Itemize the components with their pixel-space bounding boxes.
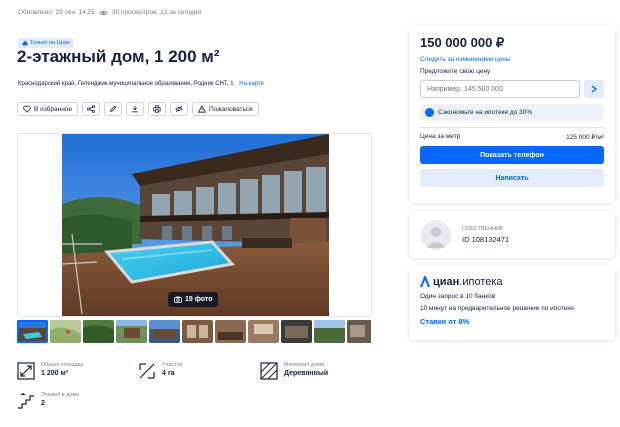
area-icon xyxy=(17,362,35,380)
cian-ipoteka-logo: циан.ипотека xyxy=(420,276,604,288)
warning-icon xyxy=(198,105,207,113)
share-button[interactable] xyxy=(82,102,101,116)
thumbnail[interactable] xyxy=(149,320,180,343)
eye-icon xyxy=(99,10,108,15)
complain-button[interactable]: Пожаловаться xyxy=(192,102,259,116)
offer-row xyxy=(420,80,604,98)
offer-price-input[interactable] xyxy=(420,80,580,98)
thumbnail[interactable] xyxy=(215,320,246,343)
percent-icon xyxy=(425,108,434,117)
fact-label: Материал дома xyxy=(284,362,325,368)
offer-submit-button[interactable] xyxy=(584,80,604,98)
complain-label: Пожаловаться xyxy=(209,105,253,113)
fact-label: Участок xyxy=(162,362,183,368)
fact-material: Материал дома Деревянный xyxy=(260,362,380,380)
page-title: 2-этажный дом, 1 200 м² xyxy=(17,47,220,66)
price: 150 000 000 ₽ xyxy=(420,35,505,50)
house-pool-photo xyxy=(62,134,329,316)
favorite-label: В избранное xyxy=(34,105,73,113)
plot-icon xyxy=(139,363,155,379)
owner-role: СОБСТВЕННИК xyxy=(462,225,504,232)
fact-floors: Этажей в доме 2 xyxy=(17,392,137,410)
thumbnail[interactable] xyxy=(17,320,48,343)
owner-card[interactable]: СОБСТВЕННИК ID 108132471 xyxy=(409,211,615,258)
cian-logo-icon xyxy=(420,276,430,288)
price-per-meter-label: Цена за метр xyxy=(420,133,461,140)
fact-value: 2 xyxy=(41,400,45,407)
thumbnail[interactable] xyxy=(116,320,147,343)
map-link[interactable]: На карте xyxy=(239,81,264,87)
fact-value: 1 200 м² xyxy=(41,370,68,377)
main-photo[interactable] xyxy=(62,134,329,316)
eye-off-icon xyxy=(175,105,183,113)
mortgage-rate-link[interactable]: Ставки от 8% xyxy=(420,317,604,326)
fact-label: Общая площадь xyxy=(41,362,84,368)
thumbnail[interactable] xyxy=(281,320,312,343)
download-icon xyxy=(132,105,138,113)
share-icon xyxy=(87,105,95,113)
write-button[interactable]: Написать xyxy=(420,169,604,187)
address: Краснодарский край, Геленджик муниципаль… xyxy=(18,81,264,87)
views-text: 30 просмотров, 13 за сегодня xyxy=(111,9,202,16)
camera-icon xyxy=(174,296,182,303)
mortgage-card[interactable]: циан.ипотека Один запрос в 10 банков 10 … xyxy=(409,266,615,340)
thumbnail[interactable] xyxy=(248,320,279,343)
house-icon xyxy=(22,40,28,46)
fact-value: Деревянный xyxy=(284,370,329,377)
heart-icon xyxy=(23,105,31,113)
fact-label: Этажей в доме xyxy=(41,392,80,398)
avatar xyxy=(421,219,451,250)
fact-area: Общая площадь 1 200 м² xyxy=(17,362,137,380)
fact-value: 4 га xyxy=(162,370,175,377)
thumbnail[interactable] xyxy=(347,320,378,343)
hide-button[interactable] xyxy=(170,102,189,116)
mortgage-save-banner[interactable]: Сэкономьте на ипотеке до 30% xyxy=(420,104,604,121)
fact-plot: Участок 4 га xyxy=(138,362,258,380)
updated-text: Обновлено: 29 сен, 14:25 xyxy=(18,9,95,16)
show-phone-button[interactable]: Показать телефон xyxy=(420,146,604,164)
thumbnail[interactable] xyxy=(314,320,345,343)
mortgage-save-text: Сэкономьте на ипотеке до 30% xyxy=(438,109,533,116)
thumbnail-strip xyxy=(17,320,378,343)
address-text: Краснодарский край, Геленджик муниципаль… xyxy=(18,81,234,87)
material-icon xyxy=(260,362,278,380)
price-card: 150 000 000 ₽ Следить за изменением цены… xyxy=(409,25,615,203)
pencil-icon xyxy=(110,105,117,112)
note-button[interactable] xyxy=(104,102,123,116)
action-bar: В избранное Пожаловаться xyxy=(17,102,259,116)
photo-count-button[interactable]: 19 фото xyxy=(168,292,219,307)
favorite-button[interactable]: В избранное xyxy=(17,102,79,116)
price-per-meter-value: 125 000 ₽/м² xyxy=(566,134,604,141)
logo-light: .ипотека xyxy=(459,276,503,288)
divider xyxy=(420,127,604,128)
download-button[interactable] xyxy=(126,102,145,116)
stairs-icon xyxy=(18,393,34,409)
mortgage-line1: Один запрос в 10 банков xyxy=(420,293,496,300)
mortgage-line2: 10 минут на предварительное решение по и… xyxy=(420,305,574,312)
exclusive-badge-label: Только на Циан xyxy=(30,40,70,46)
photo-count-label: 19 фото xyxy=(185,296,213,303)
thumbnail[interactable] xyxy=(83,320,114,343)
user-icon xyxy=(426,226,446,248)
offer-label: Предложите свою цену xyxy=(420,68,491,75)
print-button[interactable] xyxy=(148,102,167,116)
chevron-right-icon xyxy=(591,85,597,93)
listing-meta: Обновлено: 29 сен, 14:25 30 просмотров, … xyxy=(18,9,201,16)
photo-gallery[interactable] xyxy=(17,133,372,317)
owner-id: ID 108132471 xyxy=(462,234,510,244)
thumbnail[interactable] xyxy=(182,320,213,343)
thumbnail[interactable] xyxy=(50,320,81,343)
printer-icon xyxy=(153,105,161,113)
follow-price-link[interactable]: Следить за изменением цены xyxy=(420,56,604,63)
logo-bold: циан xyxy=(433,276,460,288)
price-per-meter: Цена за метр 125 000 ₽/м² xyxy=(420,133,604,141)
